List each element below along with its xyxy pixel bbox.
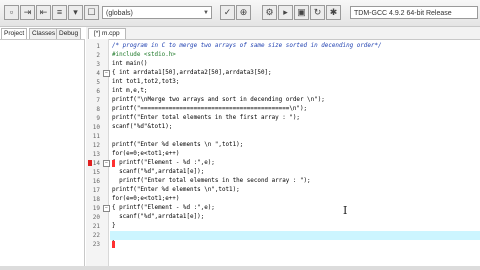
code-line[interactable]: /* program in C to merge two arrays of s…	[112, 42, 382, 51]
code-line[interactable]: for(e=0;e<tot1;e++)	[112, 150, 179, 159]
breakpoint-marker-icon[interactable]	[88, 160, 92, 166]
line-number: 18	[92, 196, 100, 203]
debug-icon[interactable]: ✱	[326, 5, 341, 20]
left-panel-tabs: Project Classes Debug	[0, 27, 84, 39]
fold-toggle-icon[interactable]: −	[103, 160, 110, 167]
line-number: 19	[92, 205, 100, 212]
code-line[interactable]: for(e=0;e<tot1;e++)	[112, 195, 179, 204]
line-number: 10	[92, 124, 100, 131]
line-number: 15	[92, 169, 100, 176]
bracket-match-marker	[112, 241, 115, 248]
status-bar	[0, 266, 480, 270]
code-line[interactable]: { printf("Element - %d :",e);	[112, 204, 215, 213]
code-line[interactable]: printf("Enter %d elements \n",tot1);	[112, 186, 240, 195]
line-number: 20	[92, 214, 100, 221]
line-number: 11	[92, 133, 100, 140]
unindent-icon[interactable]: ⇤	[36, 5, 51, 20]
line-number-gutter[interactable]: 1 2 3 4−5 6 7 8 9 10 11 12 13 14−15 16 17 18 19−20 21 22 23	[86, 39, 110, 269]
code-line[interactable]: scanf("%d",arrdata1[e]);	[112, 168, 204, 177]
insert-icon[interactable]: ⊕	[236, 5, 251, 20]
code-line[interactable]: printf("Enter total elements in the firs…	[112, 114, 300, 123]
indent-icon[interactable]: ⇥	[20, 5, 35, 20]
code-line[interactable]: printf("Enter total elements in the seco…	[112, 177, 311, 186]
code-line[interactable]: { int arrdata1[50],arrdata2[50],arrdata3…	[112, 69, 272, 78]
run-icon[interactable]: ▸	[278, 5, 293, 20]
code-line[interactable]: int tot1,tot2,tot3;	[112, 78, 179, 87]
compiler-combo-value: TDM-GCC 4.9.2 64-bit Release	[354, 10, 452, 17]
bookmark-icon[interactable]: ▾	[68, 5, 83, 20]
line-number: 17	[92, 187, 100, 194]
line-number: 22	[92, 232, 100, 239]
code-line[interactable]: scanf("%d"&tot1);	[112, 123, 172, 132]
line-number: 5	[96, 79, 100, 86]
code-line[interactable]: { printf("Element - %d :",e);	[112, 159, 215, 168]
line-number: 23	[92, 241, 100, 248]
code-line[interactable]: }	[112, 222, 116, 231]
project-panel[interactable]	[0, 39, 85, 268]
line-number: 3	[96, 61, 100, 68]
code-line[interactable]: printf("\nMerge two arrays and sort in d…	[112, 96, 325, 105]
line-number: 2	[96, 52, 100, 59]
line-number: 7	[96, 97, 100, 104]
code-line[interactable]: #include <stdio.h>	[112, 51, 176, 60]
fold-toggle-icon[interactable]: −	[103, 70, 110, 77]
line-number: 13	[92, 151, 100, 158]
scope-combo-value: (globals)	[106, 10, 133, 17]
toggle-comment-icon[interactable]: ≡	[52, 5, 67, 20]
line-number: 1	[96, 43, 100, 50]
bracket-match-marker	[112, 160, 115, 167]
line-number: 6	[96, 88, 100, 95]
line-number: 16	[92, 178, 100, 185]
tab-debug[interactable]: Debug	[56, 28, 82, 39]
check-syntax-icon[interactable]: ✓	[220, 5, 235, 20]
toolbar: ▫ ⇥ ⇤ ≡ ▾ ☐ (globals) ▼ ✓ ⊕ ⚙ ▸ ▣ ↻ ✱ TD…	[0, 0, 480, 27]
compiler-combo[interactable]: TDM-GCC 4.9.2 64-bit Release	[350, 6, 478, 19]
editor-tab-mcpp[interactable]: [*] m.cpp	[88, 28, 126, 39]
line-number: 4	[96, 70, 100, 77]
line-number: 21	[92, 223, 100, 230]
compile-icon[interactable]: ⚙	[262, 5, 277, 20]
code-editor[interactable]: /* program in C to merge two arrays of s…	[110, 39, 480, 269]
code-line[interactable]: int m,e,t;	[112, 87, 147, 96]
ibeam-cursor-icon: I	[343, 204, 348, 217]
code-line[interactable]: scanf("%d",arrdata1[e]);	[112, 213, 204, 222]
tab-project[interactable]: Project	[1, 28, 28, 39]
code-line[interactable]: printf("Enter %d elements \n ",tot1);	[112, 141, 243, 150]
line-number: 9	[96, 115, 100, 122]
fold-toggle-icon[interactable]: −	[103, 205, 110, 212]
line-number: 12	[92, 142, 100, 149]
compile-run-icon[interactable]: ▣	[294, 5, 309, 20]
code-line[interactable]: printf("================================…	[112, 105, 307, 114]
chevron-down-icon: ▼	[203, 10, 209, 16]
code-line[interactable]: int main()	[112, 60, 147, 69]
line-number: 8	[96, 106, 100, 113]
rebuild-icon[interactable]: ↻	[310, 5, 325, 20]
scope-combo[interactable]: (globals) ▼	[102, 6, 212, 19]
tab-classes[interactable]: Classes	[29, 28, 59, 39]
new-file-icon[interactable]: ▫	[4, 5, 19, 20]
goto-icon[interactable]: ☐	[84, 5, 99, 20]
